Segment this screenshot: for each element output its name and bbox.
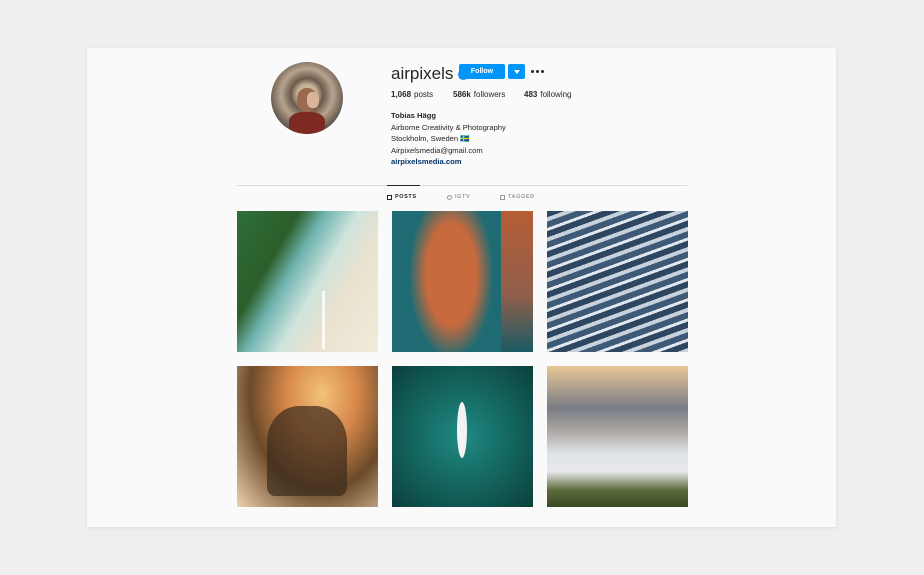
stat-value: 483 bbox=[524, 90, 538, 99]
stat-following[interactable]: 483 following bbox=[524, 90, 572, 99]
full-name: Tobias Hägg bbox=[391, 111, 437, 120]
profile-stats: 1,068 posts 586k followers 483 following bbox=[391, 90, 572, 99]
profile-bio: Tobias Hägg Airborne Creativity & Photog… bbox=[391, 110, 506, 168]
post-thumbnail-misty-mountains[interactable] bbox=[237, 366, 378, 507]
stat-followers[interactable]: 586k followers bbox=[453, 90, 524, 99]
tagged-icon bbox=[500, 194, 505, 200]
chevron-down-icon bbox=[513, 69, 520, 74]
more-dot-icon bbox=[530, 70, 534, 73]
stat-label: following bbox=[540, 90, 572, 99]
post-thumbnail-glacial-river[interactable] bbox=[547, 211, 688, 352]
more-dot-icon bbox=[535, 70, 539, 73]
follow-button[interactable]: Follow bbox=[459, 64, 505, 79]
avatar-scarf bbox=[289, 112, 325, 134]
tab-igtv[interactable]: IGTV bbox=[447, 194, 500, 200]
divider bbox=[237, 185, 687, 186]
profile-tabs: POSTS IGTV TAGGED bbox=[387, 194, 535, 200]
bio-line: Airpixelsmedia@gmail.com bbox=[391, 145, 483, 155]
avatar-hand bbox=[307, 92, 319, 108]
post-thumbnail-island-city[interactable] bbox=[392, 211, 533, 352]
suggested-dropdown-button[interactable] bbox=[508, 64, 525, 79]
bio-link[interactable]: airpixelsmedia.com bbox=[391, 156, 506, 168]
tab-posts[interactable]: POSTS bbox=[387, 194, 447, 200]
avatar[interactable] bbox=[271, 62, 343, 134]
post-thumbnail-mountain-peak[interactable] bbox=[547, 366, 688, 507]
stat-value: 586k bbox=[453, 90, 471, 99]
more-options-button[interactable] bbox=[530, 64, 544, 79]
post-thumbnail-kayak[interactable] bbox=[392, 366, 533, 507]
bio-line: Airborne Creativity & Photography bbox=[391, 122, 506, 132]
username: airpixels bbox=[391, 64, 454, 83]
more-dot-icon bbox=[540, 70, 544, 73]
profile-header: airpixels ✓ bbox=[391, 64, 470, 84]
profile-card: airpixels ✓ Follow 1,068 posts 586k foll… bbox=[87, 48, 836, 527]
stat-label: followers bbox=[473, 90, 506, 99]
igtv-icon bbox=[447, 194, 452, 200]
stat-label: posts bbox=[414, 90, 434, 99]
stat-posts: 1,068 posts bbox=[391, 90, 453, 99]
stat-value: 1,068 bbox=[391, 90, 412, 99]
tab-tagged[interactable]: TAGGED bbox=[500, 194, 535, 200]
tab-label: IGTV bbox=[455, 194, 471, 200]
post-thumbnail-palm-beach[interactable] bbox=[237, 211, 378, 352]
active-tab-indicator bbox=[387, 185, 420, 186]
bio-line: Stockholm, Sweden 🇸🇪 bbox=[391, 134, 470, 143]
tab-label: TAGGED bbox=[508, 194, 535, 200]
tab-label: POSTS bbox=[395, 194, 417, 200]
grid-icon bbox=[387, 194, 392, 200]
